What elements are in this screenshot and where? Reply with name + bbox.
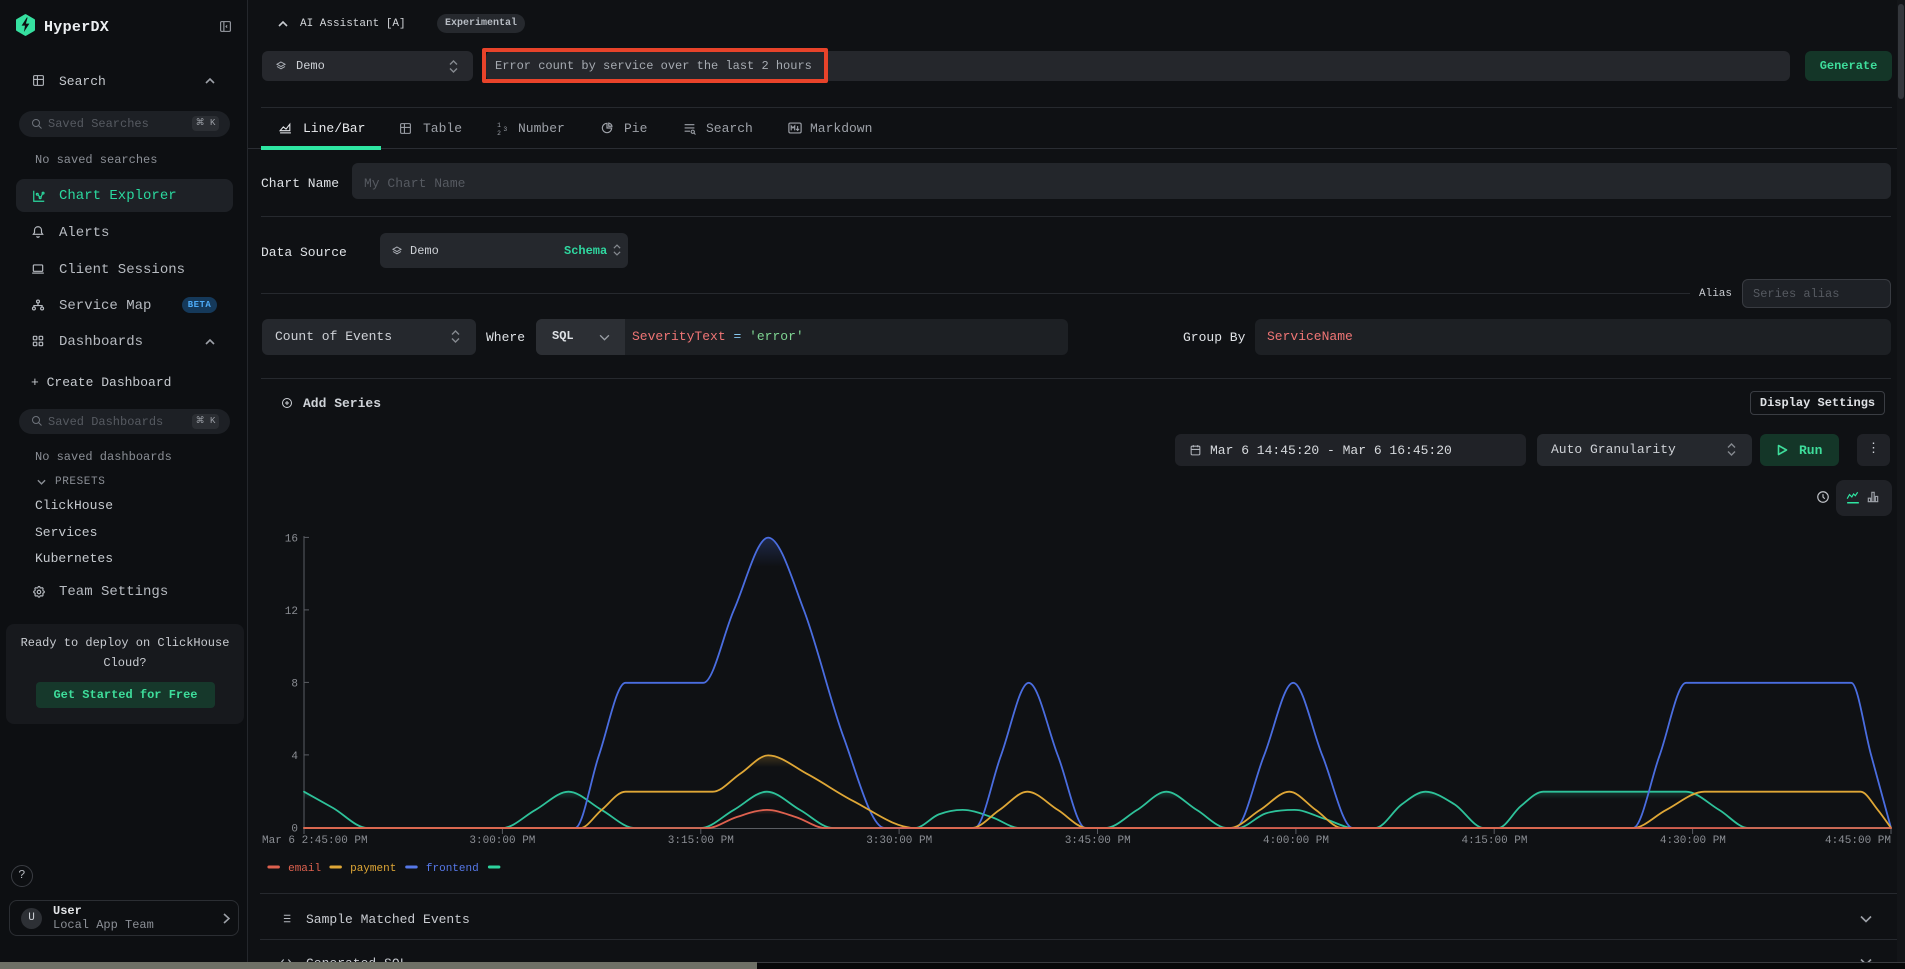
svg-text:4:00:00 PM: 4:00:00 PM [1263, 835, 1329, 847]
svg-text:1: 1 [497, 122, 501, 129]
svg-text:16: 16 [285, 533, 298, 545]
svg-text:12: 12 [285, 606, 298, 618]
svg-text:Mar 6 2:45:00 PM: Mar 6 2:45:00 PM [262, 835, 368, 847]
svg-text:4:30:00 PM: 4:30:00 PM [1660, 835, 1726, 847]
svg-text:8: 8 [291, 678, 298, 690]
svg-text:3:00:00 PM: 3:00:00 PM [469, 835, 535, 847]
svg-text:3: 3 [503, 126, 507, 133]
svg-text:3:30:00 PM: 3:30:00 PM [866, 835, 932, 847]
svg-text:3:45:00 PM: 3:45:00 PM [1065, 835, 1131, 847]
svg-text:0: 0 [291, 824, 298, 836]
svg-text:email: email [288, 863, 321, 875]
svg-text:frontend: frontend [426, 863, 479, 875]
svg-text:3:15:00 PM: 3:15:00 PM [668, 835, 734, 847]
svg-text:4: 4 [291, 751, 298, 763]
svg-text:4:15:00 PM: 4:15:00 PM [1461, 835, 1527, 847]
svg-text:2: 2 [497, 130, 501, 136]
svg-text:payment: payment [350, 863, 396, 875]
svg-text:4:45:00 PM: 4:45:00 PM [1825, 835, 1891, 847]
